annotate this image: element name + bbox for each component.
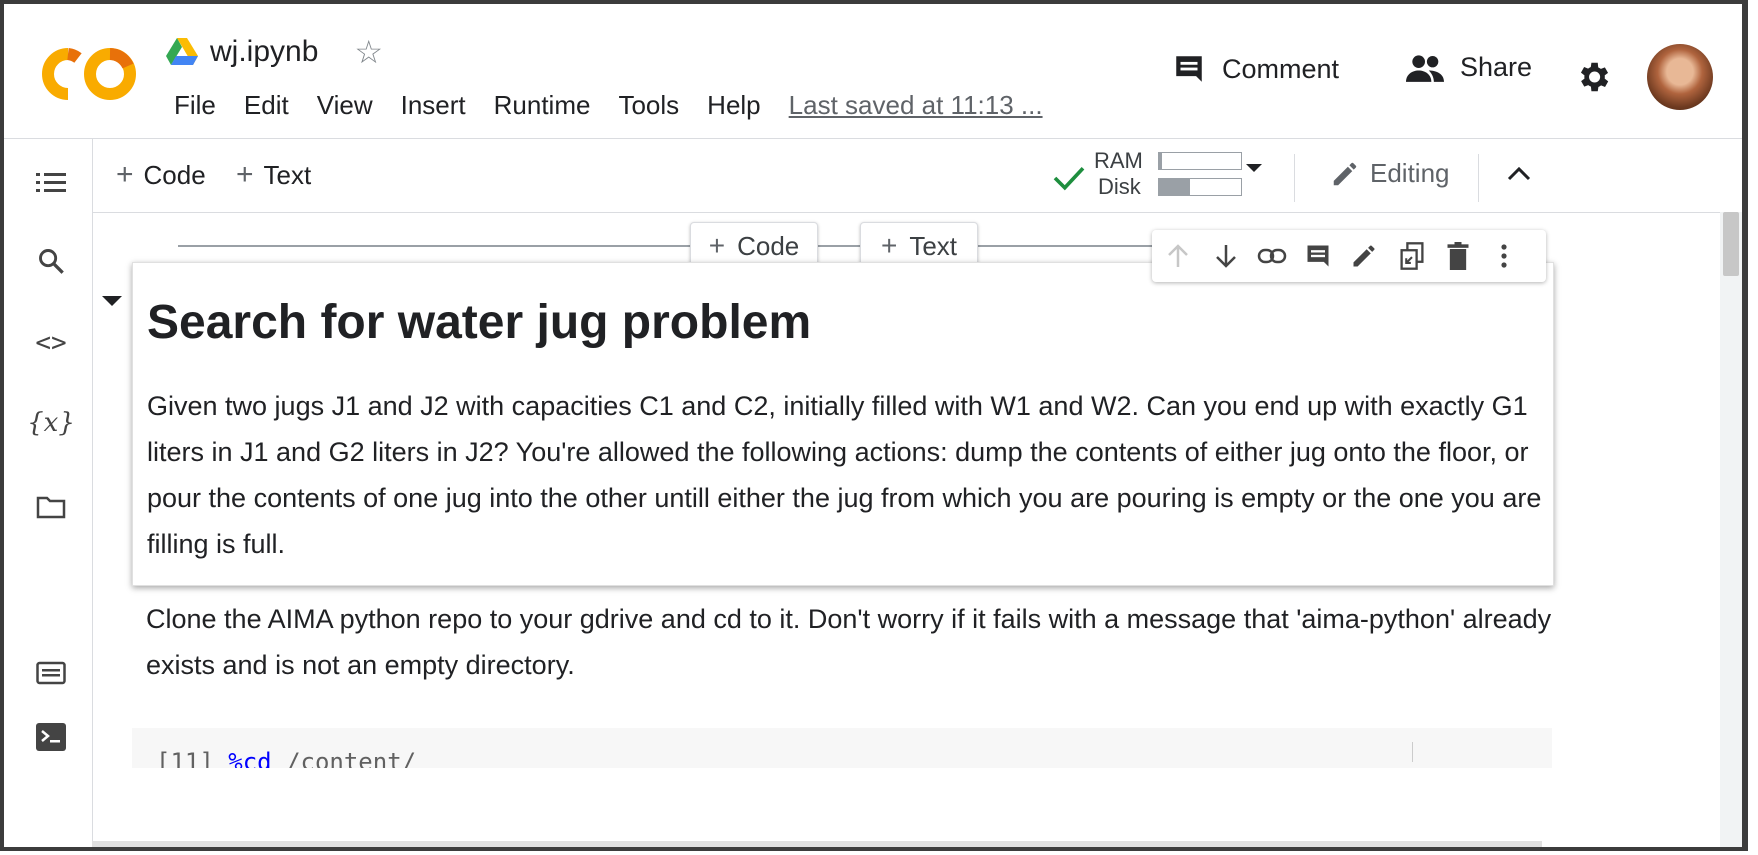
left-sidebar: <> {x} [4,138,93,847]
move-up-icon[interactable] [1162,240,1194,272]
code-argument: /content/ [286,748,417,768]
toolbar-separator [1478,154,1479,202]
resource-dropdown-icon[interactable] [1246,164,1262,172]
table-of-contents-icon[interactable] [34,166,68,200]
menu-view[interactable]: View [303,90,387,121]
share-label: Share [1460,52,1533,82]
menu-bar: File Edit View Insert Runtime Tools Help… [160,90,1057,121]
toolbar-separator [1294,154,1295,202]
menu-file[interactable]: File [160,90,230,121]
collapse-header-icon[interactable] [1506,164,1532,187]
menu-tools[interactable]: Tools [604,90,693,121]
folder-icon[interactable] [34,490,68,524]
command-palette-icon[interactable] [34,656,68,690]
user-avatar[interactable] [1647,44,1713,110]
code-cell[interactable]: [11] %cd /content/ [132,728,1552,768]
comment-cell-icon[interactable] [1302,240,1334,272]
comment-label: Comment [1222,53,1340,84]
link-icon[interactable] [1256,240,1288,272]
insert-code-label: Code [737,230,800,261]
add-code-button[interactable]: + Code [116,158,206,192]
add-text-label: Text [263,159,312,190]
code-keyword: %cd [228,748,272,768]
add-code-label: Code [143,159,206,190]
text-cell[interactable]: Clone the AIMA python repo to your gdriv… [146,596,1566,688]
edit-cell-icon[interactable] [1348,240,1380,272]
menu-help[interactable]: Help [693,90,774,121]
notebook-name[interactable]: wj.ipynb [210,35,318,69]
cell-heading: Search for water jug problem [147,296,812,349]
last-saved-link[interactable]: Last saved at 11:13 ... [789,90,1057,121]
editing-mode-button[interactable]: Editing [1330,158,1450,189]
colab-logo[interactable] [42,48,138,100]
mirror-cell-icon[interactable] [1396,240,1428,272]
notebook-content: + Code + Text Search for water jug probl… [92,212,1742,847]
horizontal-scrollbar[interactable] [92,841,1542,847]
execution-count: [11] [156,748,214,768]
google-drive-icon [166,38,198,65]
colab-window: wj.ipynb ☆ File Edit View Insert Runtime… [0,0,1748,851]
menu-insert[interactable]: Insert [387,90,480,121]
cell-toolbar [1152,230,1546,282]
menu-runtime[interactable]: Runtime [480,90,605,121]
code-snippets-icon[interactable]: <> [34,326,68,360]
comment-icon [1176,56,1202,82]
vertical-scrollbar[interactable] [1720,212,1742,847]
cell-body: Given two jugs J1 and J2 with capacities… [147,391,1542,559]
collapse-section-icon[interactable] [102,296,122,306]
code-line: [11] %cd /content/ [156,748,416,768]
delete-icon[interactable] [1442,240,1474,272]
plus-icon: + [880,230,898,261]
people-icon [1406,54,1444,82]
share-button[interactable]: Share [1406,52,1532,83]
check-icon [1053,166,1085,191]
notebook-title: wj.ipynb ☆ [166,32,383,72]
variables-icon[interactable]: {x} [27,406,75,440]
search-icon[interactable] [34,244,68,278]
add-text-button[interactable]: + Text [236,158,311,192]
disk-usage-bar [1158,178,1242,196]
menu-edit[interactable]: Edit [230,90,303,121]
app-header: wj.ipynb ☆ File Edit View Insert Runtime… [4,4,1742,139]
settings-button[interactable] [1574,58,1612,96]
insert-text-label: Text [909,230,958,261]
plus-icon: + [236,158,254,191]
comment-button[interactable]: Comment [1172,52,1339,86]
gear-icon [1580,62,1609,92]
more-options-icon[interactable] [1488,240,1520,272]
ram-usage-bar [1158,152,1242,170]
ram-label: RAM [1094,148,1143,173]
plus-icon: + [116,158,134,191]
editing-label: Editing [1370,158,1450,188]
move-down-icon[interactable] [1210,240,1242,272]
plus-icon: + [708,230,726,261]
code-cell-divider [1412,742,1413,762]
star-icon[interactable]: ☆ [354,36,383,68]
text-cell-selected[interactable]: Search for water jug problem Given two j… [132,262,1554,586]
disk-label: Disk [1098,174,1141,199]
notebook-toolbar: + Code + Text RAM Disk Editing [92,138,1742,213]
terminal-icon[interactable] [34,720,68,754]
pencil-icon [1333,162,1357,185]
